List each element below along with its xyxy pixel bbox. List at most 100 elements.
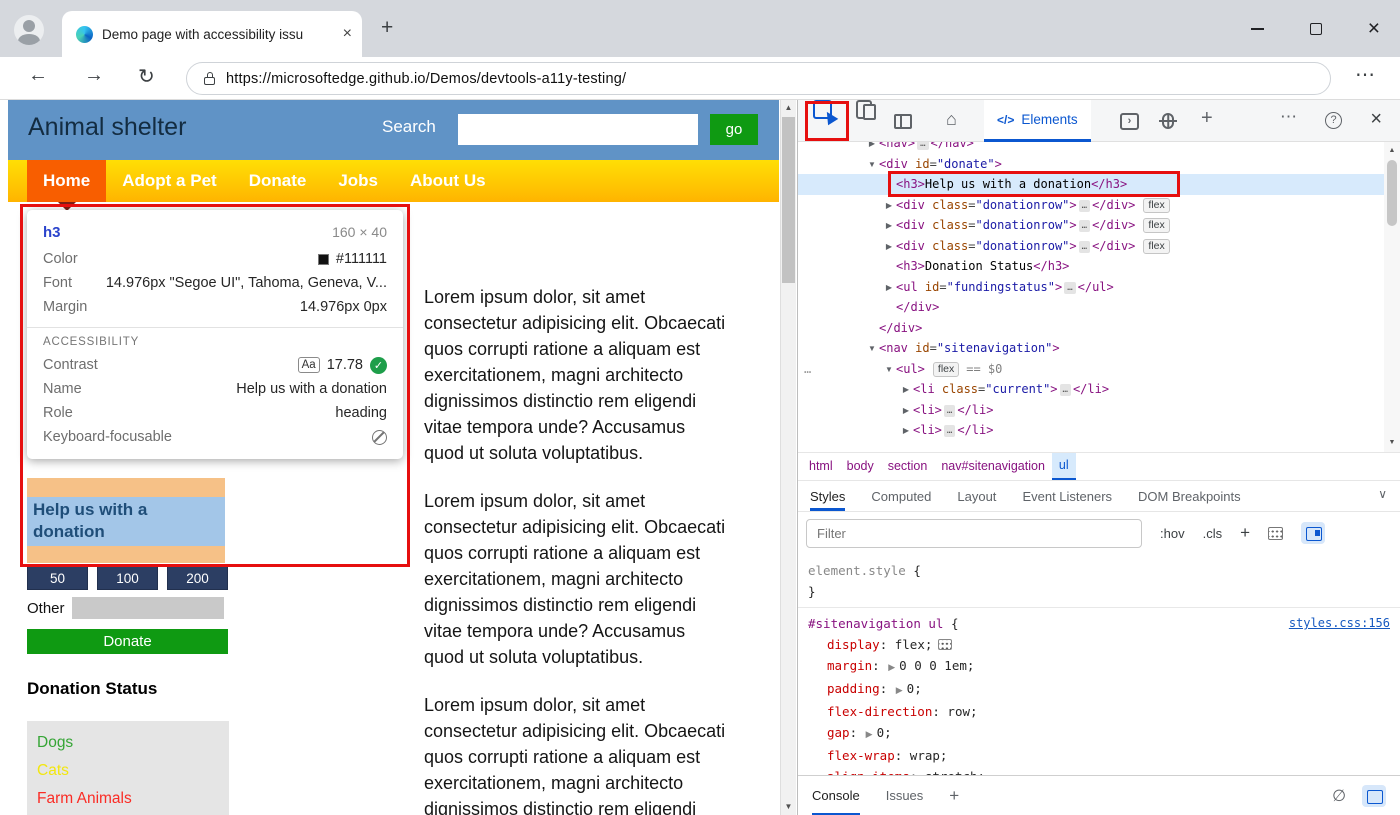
tab-elements[interactable]: </> Elements: [984, 100, 1091, 142]
sidebar-tab-event-listeners[interactable]: Event Listeners: [1022, 481, 1112, 511]
breadcrumb-ul[interactable]: ul: [1052, 453, 1076, 480]
chevron-down-icon[interactable]: ∨: [1378, 487, 1387, 501]
stylesheet-source-link[interactable]: styles.css:156: [1289, 613, 1390, 634]
tree-node[interactable]: <h3>Donation Status</h3>: [798, 256, 1385, 277]
scroll-down-icon[interactable]: ▼: [1384, 436, 1400, 450]
url-field[interactable]: https://microsoftedge.github.io/Demos/de…: [186, 62, 1331, 95]
browser-menu-button[interactable]: ⋯: [1355, 62, 1376, 87]
drawer-tab-console[interactable]: Console: [812, 776, 860, 815]
window-minimize-button[interactable]: [1251, 28, 1264, 30]
donate-button[interactable]: Donate: [27, 629, 228, 654]
sidebar-tab-layout[interactable]: Layout: [957, 481, 996, 511]
devtools-close-button[interactable]: ×: [1370, 108, 1382, 131]
tab-close-icon[interactable]: ×: [343, 26, 352, 42]
scroll-up-icon[interactable]: ▲: [1384, 144, 1400, 158]
tree-node[interactable]: ▼<nav id="sitenavigation">: [798, 338, 1385, 359]
grid-overlay-icon[interactable]: [1268, 527, 1283, 540]
debugger-bug-icon[interactable]: [1162, 113, 1174, 129]
status-item-cats: Cats: [27, 757, 229, 785]
new-style-rule-button[interactable]: +: [1240, 523, 1250, 543]
scroll-up-icon[interactable]: ▲: [781, 100, 796, 116]
tree-node[interactable]: ▶<li>…</li>: [798, 400, 1385, 421]
console-tool-icon[interactable]: ›: [1120, 113, 1139, 130]
tree-node[interactable]: ▶<nav>…</nav>: [798, 142, 1385, 154]
devtools-help-button[interactable]: ?: [1325, 112, 1342, 129]
search-input[interactable]: [458, 114, 698, 145]
sidebar-tab-styles[interactable]: Styles: [810, 481, 845, 511]
browser-tab[interactable]: Demo page with accessibility issu ×: [62, 11, 362, 57]
tree-node[interactable]: ▶<li>…</li>: [798, 420, 1385, 441]
drawer-add-tab-button[interactable]: +: [949, 786, 959, 806]
amount-button-100[interactable]: 100: [97, 566, 158, 590]
flex-badge[interactable]: flex: [1143, 218, 1169, 233]
flex-badge[interactable]: flex: [1143, 198, 1169, 213]
amount-button-200[interactable]: 200: [167, 566, 228, 590]
add-tool-button[interactable]: +: [1201, 107, 1213, 130]
css-property-display[interactable]: display: flex;: [808, 634, 1390, 655]
css-property-gap[interactable]: gap: ▶0;: [808, 722, 1390, 745]
css-property-margin[interactable]: margin: ▶0 0 0 1em;: [808, 655, 1390, 678]
tree-node[interactable]: <h3>Help us with a donation</h3>: [798, 174, 1385, 195]
tree-node[interactable]: ▶<ul id="fundingstatus">…</ul>: [798, 277, 1385, 298]
breadcrumb-section[interactable]: section: [881, 453, 935, 480]
expand-drawer-icon[interactable]: [1362, 785, 1386, 807]
tree-node[interactable]: ▼<div id="donate">: [798, 154, 1385, 175]
drawer-tab-issues[interactable]: Issues: [886, 776, 924, 815]
breadcrumb-html[interactable]: html: [802, 453, 840, 480]
toggle-hover-state-button[interactable]: :hov: [1160, 526, 1185, 541]
css-rule-selector[interactable]: #sitenavigation ul {: [808, 613, 959, 634]
nav-item-jobs[interactable]: Jobs: [322, 160, 394, 202]
new-tab-button[interactable]: +: [381, 16, 393, 40]
flex-badge[interactable]: flex: [933, 362, 959, 377]
flex-badge[interactable]: flex: [1143, 239, 1169, 254]
search-go-button[interactable]: go: [710, 114, 758, 145]
nav-item-about-us[interactable]: About Us: [394, 160, 502, 202]
tree-node[interactable]: </div>: [798, 318, 1385, 339]
breadcrumb-body[interactable]: body: [840, 453, 881, 480]
scroll-down-icon[interactable]: ▼: [781, 799, 796, 815]
welcome-tab-home-icon[interactable]: ⌂: [946, 109, 957, 130]
element-style-rule[interactable]: element.style {: [808, 560, 1390, 581]
css-property-flex-direction[interactable]: flex-direction: row;: [808, 701, 1390, 722]
forward-button[interactable]: →: [84, 64, 104, 87]
tree-scrollbar[interactable]: ▲ ▼: [1384, 142, 1400, 452]
other-amount-input[interactable]: [72, 597, 224, 619]
tree-node[interactable]: ▶<div class="donationrow">…</div>flex: [798, 195, 1385, 216]
scrollbar-thumb[interactable]: [1387, 160, 1397, 226]
styles-sidebar-toggle-icon[interactable]: [1301, 522, 1325, 544]
tree-node[interactable]: ▶<div class="donationrow">…</div>flex: [798, 236, 1385, 257]
tree-node[interactable]: ▶<div class="donationrow">…</div>flex: [798, 215, 1385, 236]
amount-button-50[interactable]: 50: [27, 566, 88, 590]
donation-status-list: DogsCatsFarm Animals: [27, 721, 229, 815]
sidebar-tab-computed[interactable]: Computed: [871, 481, 931, 511]
profile-avatar[interactable]: [14, 15, 44, 45]
tree-node[interactable]: ▶<li class="current">…</li>: [798, 379, 1385, 400]
breadcrumb-nav-sitenavigation[interactable]: nav#sitenavigation: [934, 453, 1052, 480]
nav-item-home[interactable]: Home: [27, 160, 106, 202]
inspect-tool-icon[interactable]: [813, 100, 832, 119]
page-scrollbar[interactable]: ▲ ▼: [780, 100, 796, 815]
sidebar-tab-dom-breakpoints[interactable]: DOM Breakpoints: [1138, 481, 1241, 511]
tree-node[interactable]: </div>: [798, 297, 1385, 318]
devtools-more-button[interactable]: ⋯: [1280, 107, 1298, 127]
window-maximize-button[interactable]: [1310, 23, 1322, 35]
scrollbar-thumb[interactable]: [782, 117, 795, 283]
css-property-align-items[interactable]: align-items: stretch;: [808, 766, 1390, 775]
tree-node[interactable]: …▼<ul>flex== $0: [798, 359, 1385, 380]
device-emulation-icon[interactable]: [856, 100, 872, 119]
role-value: heading: [335, 405, 387, 421]
toggle-class-button[interactable]: .cls: [1203, 526, 1223, 541]
nav-item-adopt-a-pet[interactable]: Adopt a Pet: [106, 160, 232, 202]
flex-editor-icon[interactable]: [938, 639, 952, 650]
clear-console-icon[interactable]: ∅: [1332, 786, 1346, 806]
styles-filter-input[interactable]: [806, 519, 1142, 548]
styles-filter-row: :hov .cls +: [798, 512, 1400, 554]
nav-item-donate[interactable]: Donate: [233, 160, 323, 202]
dock-layout-icon[interactable]: [894, 114, 912, 129]
contrast-aa-badge: Aa: [298, 357, 320, 373]
css-property-flex-wrap[interactable]: flex-wrap: wrap;: [808, 745, 1390, 766]
window-close-button[interactable]: ×: [1368, 18, 1380, 39]
css-property-padding[interactable]: padding: ▶0;: [808, 678, 1390, 701]
back-button[interactable]: ←: [28, 64, 48, 87]
reload-button[interactable]: ↻: [138, 64, 155, 89]
